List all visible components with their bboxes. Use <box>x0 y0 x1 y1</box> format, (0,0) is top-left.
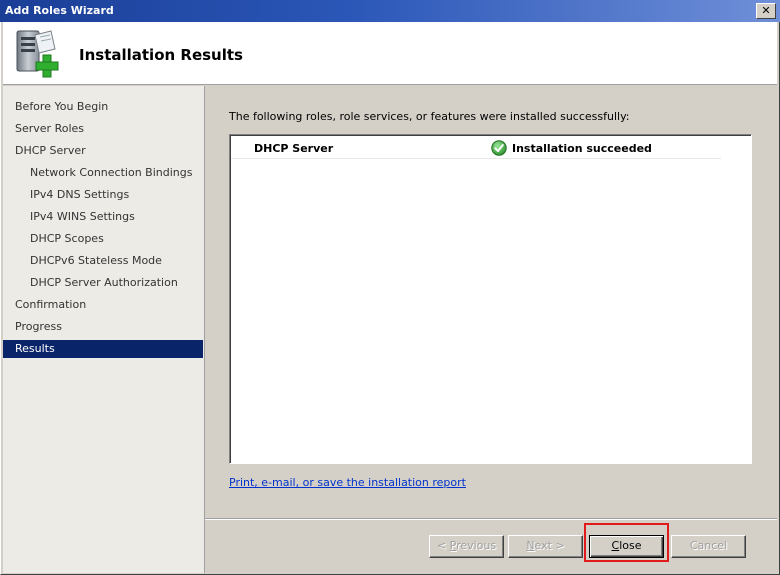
nav-item-server-roles[interactable]: Server Roles <box>3 120 203 138</box>
next-button[interactable]: Next > <box>508 535 583 558</box>
window-title: Add Roles Wizard <box>5 4 114 17</box>
installation-results-list[interactable]: DHCP Server Installation succeeded <box>229 134 752 464</box>
nav-item-dhcp-server-authorization[interactable]: DHCP Server Authorization <box>3 274 203 292</box>
nav-item-confirmation[interactable]: Confirmation <box>3 296 203 314</box>
nav-item-ipv4-dns-settings[interactable]: IPv4 DNS Settings <box>3 186 203 204</box>
nav-item-dhcp-server[interactable]: DHCP Server <box>3 142 203 160</box>
wizard-steps-sidebar: Before You Begin Server Roles DHCP Serve… <box>3 86 205 573</box>
next-button-label: ext > <box>534 539 565 552</box>
previous-button-prefix: < <box>436 539 450 552</box>
server-add-role-icon <box>16 30 59 78</box>
nav-item-ipv4-wins-settings[interactable]: IPv4 WINS Settings <box>3 208 203 226</box>
installation-report-link[interactable]: Print, e-mail, or save the installation … <box>229 476 466 489</box>
window-close-button[interactable]: ✕ <box>756 3 776 19</box>
cancel-button[interactable]: Cancel <box>671 535 746 558</box>
wizard-header: Installation Results <box>3 22 777 85</box>
role-name: DHCP Server <box>254 142 334 155</box>
list-item[interactable]: DHCP Server Installation succeeded <box>231 138 721 159</box>
close-button-highlight <box>584 523 669 562</box>
nav-item-progress[interactable]: Progress <box>3 318 203 336</box>
previous-button[interactable]: < Previous <box>429 535 504 558</box>
page-title: Installation Results <box>79 46 243 64</box>
title-bar[interactable]: Add Roles Wizard ✕ <box>0 0 780 22</box>
nav-item-dhcp-scopes[interactable]: DHCP Scopes <box>3 230 203 248</box>
next-button-accel: N <box>526 539 535 552</box>
nav-item-before-you-begin[interactable]: Before You Begin <box>3 98 203 116</box>
footer-divider <box>205 518 777 520</box>
nav-item-dhcpv6-stateless-mode[interactable]: DHCPv6 Stateless Mode <box>3 252 203 270</box>
nav-item-network-connection-bindings[interactable]: Network Connection Bindings <box>3 164 203 182</box>
results-intro-text: The following roles, role services, or f… <box>229 110 630 123</box>
close-icon: ✕ <box>761 4 771 17</box>
nav-item-results[interactable]: Results <box>3 340 203 358</box>
status-text: Installation succeeded <box>512 142 652 155</box>
check-circle-icon <box>491 140 507 156</box>
previous-button-label: revious <box>456 539 497 552</box>
